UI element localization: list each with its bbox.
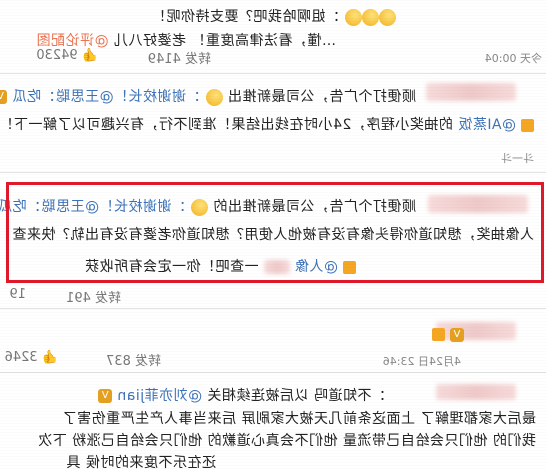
comment-5-line4: 还在乐不度来的时候 具 (66, 455, 216, 471)
more-link[interactable]: 斗一斗 (501, 150, 534, 166)
highlight-box (6, 182, 544, 283)
vip-badge-icon: V (97, 389, 112, 403)
comment-5-line3: 我们的 他们只会给自己带流量 他们不会真心道歉的 他们只会给自己涨粉 下次 (37, 433, 536, 449)
divider (0, 172, 546, 173)
comment-4-repost-button[interactable]: 转发 837 (106, 350, 161, 369)
blurred-username (426, 83, 516, 101)
comment-5-line2: 最后大家都理解了 上面这条前几天被大家刷屏 后来当事人产生严重伤害了 (62, 411, 536, 427)
divider (0, 73, 546, 74)
divider (0, 372, 546, 373)
thumb-up-icon: 👍 (41, 350, 58, 365)
blurred-username (436, 384, 516, 400)
badge-icon (521, 118, 534, 132)
divider (0, 308, 546, 309)
comment-4-like-button[interactable]: 👍 3246 (5, 350, 58, 365)
comment-1-text: ：姐啊哈我吧？要支持你呢！ (152, 6, 396, 26)
comment-1-time: 今天 00:04 (484, 52, 542, 65)
comment-4-badges: V (431, 324, 464, 343)
vip-badge-icon: V (450, 327, 464, 342)
vip-badge-icon: V (0, 90, 8, 104)
comment-1-image-link[interactable]: @评论配图 (36, 33, 109, 49)
comment-3-repost-button[interactable]: 转发 491 (66, 287, 121, 306)
emoji-icon (362, 8, 379, 26)
comment-2-line1: 顺便打个广告，公司最新推出 ：谢谢校长！@王思聪：吃瓜 V (0, 86, 416, 106)
comment-2-line2: @AI蒸饭 的抽奖小程序，24小时在线出结果！准到不行，有兴趣可以了解一下！ (0, 114, 534, 134)
comment-1-like-button[interactable]: 👍 94230 (36, 48, 98, 63)
comment-4-time: 4月24日 23:46 (382, 355, 461, 368)
emoji-icon (379, 8, 396, 26)
badge-icon (431, 328, 445, 341)
comment-3-like-button[interactable]: 19 (9, 287, 26, 302)
weibo-comments-screenshot-mirrored: ：姐啊哈我吧？要支持你呢！ …懂，看法律高度重！ 老婆好八儿 @评论配图 今天 … (0, 0, 546, 471)
comment-1-repost-button[interactable]: 转发 4149 (148, 48, 211, 67)
thumb-up-icon: 👍 (81, 48, 98, 63)
emoji-icon (205, 88, 223, 106)
comment-1-line2: …懂，看法律高度重！ 老婆好八儿 @评论配图 (36, 33, 336, 49)
emoji-icon (345, 8, 362, 26)
comment-5-line1: ：不知道吗 以后被连续相关 @刘亦菲jian V (97, 385, 386, 405)
